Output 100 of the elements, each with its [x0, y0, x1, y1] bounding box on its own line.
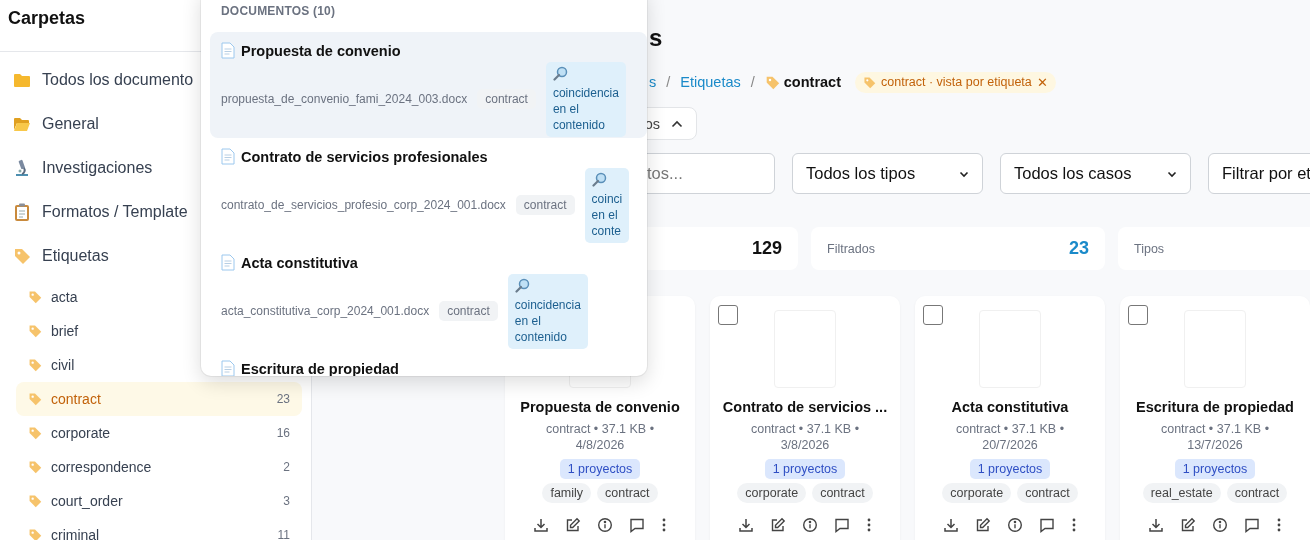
open-folder-icon: [13, 116, 31, 132]
microscope-icon: [13, 159, 31, 177]
projects-badge: 1 proyectos: [969, 459, 1051, 479]
document-card[interactable]: Acta constitutiva contract • 37.1 KB • 20/7/2026 1 proyectos corporate contract: [915, 296, 1105, 540]
stat-value: 129: [751, 238, 782, 259]
folder-icon: [13, 72, 31, 88]
projects-badge: 1 proyectos: [764, 459, 846, 479]
more-icon[interactable]: [866, 517, 872, 533]
result-title: Acta constitutiva: [241, 254, 358, 271]
breadcrumb-link[interactable]: Etiquetas: [680, 74, 741, 90]
tag-label: contract: [51, 391, 101, 407]
document-meta: contract • 37.1 KB • 4/8/2026: [544, 421, 656, 453]
tag-icon: [13, 247, 31, 265]
page-title: s: [649, 23, 664, 53]
tag-chip: contract: [597, 483, 658, 503]
more-icon[interactable]: [661, 517, 667, 533]
magnifier-icon: [591, 171, 607, 187]
info-icon[interactable]: [597, 517, 613, 533]
match-badge: coinci en el conte: [584, 167, 630, 243]
tag-chip: contract: [1017, 483, 1078, 503]
document-icon: [221, 254, 235, 271]
tag-icon: [28, 358, 42, 372]
edit-icon[interactable]: [565, 517, 581, 533]
download-icon[interactable]: [943, 517, 959, 533]
tag-chip: contract: [515, 195, 575, 215]
tag-count: 23: [276, 392, 290, 406]
tag-icon: [28, 426, 42, 440]
document-title: Contrato de servicios ...: [722, 398, 888, 417]
tag-chip: contract: [1226, 483, 1288, 503]
magnifier-icon: [552, 65, 568, 81]
tag-item[interactable]: contract 23: [16, 382, 302, 416]
tag-icon: [28, 460, 42, 474]
comment-icon[interactable]: [834, 517, 850, 533]
magnifier-icon: [514, 277, 530, 293]
document-title: Acta constitutiva: [951, 398, 1069, 417]
tag-count: 3: [283, 494, 290, 508]
tag-icon: [28, 290, 42, 304]
edit-icon[interactable]: [975, 517, 991, 533]
document-meta: contract • 37.1 KB • 20/7/2026: [954, 421, 1066, 453]
projects-badge: 1 proyectos: [1174, 459, 1256, 479]
checkbox[interactable]: [923, 305, 943, 325]
select-dropdown[interactable]: Todos los tipos: [792, 153, 983, 194]
projects-badge: 1 proyectos: [559, 459, 641, 479]
match-badge: coincidencia en el contenido: [507, 273, 588, 349]
breadcrumb-separator: /: [666, 74, 671, 90]
tag-chip: family: [542, 483, 592, 503]
tag-chip: contract: [812, 483, 873, 503]
tag-icon: [28, 392, 42, 406]
document-icon: [221, 148, 235, 165]
tag-icon: [28, 494, 42, 508]
tag-chip: corporate: [942, 483, 1012, 503]
document-card[interactable]: Contrato de servicios ... contract • 37.1 KB • 3/8/2026 1 proyectos corporate contract: [710, 296, 900, 540]
tag-count: 16: [276, 426, 290, 440]
more-icon[interactable]: [1276, 517, 1282, 533]
document-meta: contract • 37.1 KB • 3/8/2026: [749, 421, 861, 453]
tag-label: brief: [51, 323, 79, 339]
info-icon[interactable]: [802, 517, 818, 533]
tag-icon: [764, 74, 780, 90]
checkbox[interactable]: [1128, 305, 1148, 325]
tag-count: 2: [283, 460, 290, 474]
document-card[interactable]: Escritura de propiedad contract • 37.1 KB • 13/7/2026 1 proyectos real_estate contract: [1120, 296, 1310, 540]
tag-item[interactable]: criminal 11: [16, 518, 302, 540]
comment-icon[interactable]: [1244, 517, 1260, 533]
clipboard-icon: [14, 203, 30, 221]
download-icon[interactable]: [1148, 517, 1164, 533]
breadcrumb-link[interactable]: s: [649, 74, 657, 90]
match-badge: coincidencia en el contenido: [545, 61, 626, 137]
chip-label: contract · vista por etiqueta: [881, 75, 1032, 89]
tag-label: correspondence: [51, 459, 152, 475]
edit-icon[interactable]: [1180, 517, 1196, 533]
comment-icon[interactable]: [1039, 517, 1055, 533]
stat-label: Filtrados: [827, 241, 875, 256]
tag-chip: corporate: [737, 483, 807, 503]
tag-icon: [28, 324, 42, 338]
tag-item[interactable]: court_order 3: [16, 484, 302, 518]
stat-label: Tipos: [1134, 241, 1165, 256]
download-icon[interactable]: [738, 517, 754, 533]
tag-item[interactable]: corporate 16: [16, 416, 302, 450]
close-icon[interactable]: ✕: [1036, 74, 1048, 90]
document-icon: [221, 42, 235, 59]
file-name: acta_constitutiva_corp_2024_001.docx: [221, 304, 430, 318]
result-title: Escritura de propiedad: [241, 360, 399, 376]
file-name: propuesta_de_convenio_fami_2024_003.docx: [221, 92, 468, 106]
comment-icon[interactable]: [629, 517, 645, 533]
tag-label: civil: [51, 357, 75, 373]
tag-chip: contract: [439, 301, 498, 321]
select-dropdown[interactable]: Todos los casos: [1000, 153, 1191, 194]
tag-icon: [863, 75, 876, 89]
document-title: Propuesta de convenio: [520, 398, 680, 417]
tag-item[interactable]: correspondence 2: [16, 450, 302, 484]
tag-filter-field[interactable]: Filtrar por et: [1208, 153, 1310, 194]
tag-label: court_order: [51, 493, 123, 509]
checkbox[interactable]: [718, 305, 738, 325]
info-icon[interactable]: [1212, 517, 1228, 533]
edit-icon[interactable]: [770, 517, 786, 533]
more-icon[interactable]: [1071, 517, 1077, 533]
file-name: contrato_de_servicios_profesio_corp_2024_001.docx: [221, 198, 506, 212]
download-icon[interactable]: [533, 517, 549, 533]
info-icon[interactable]: [1007, 517, 1023, 533]
result-item[interactable]: Propuesta de convenio propuesta_de_convenio_fami_2024_003.docx contract coincidencia en el contenido: [210, 32, 647, 138]
